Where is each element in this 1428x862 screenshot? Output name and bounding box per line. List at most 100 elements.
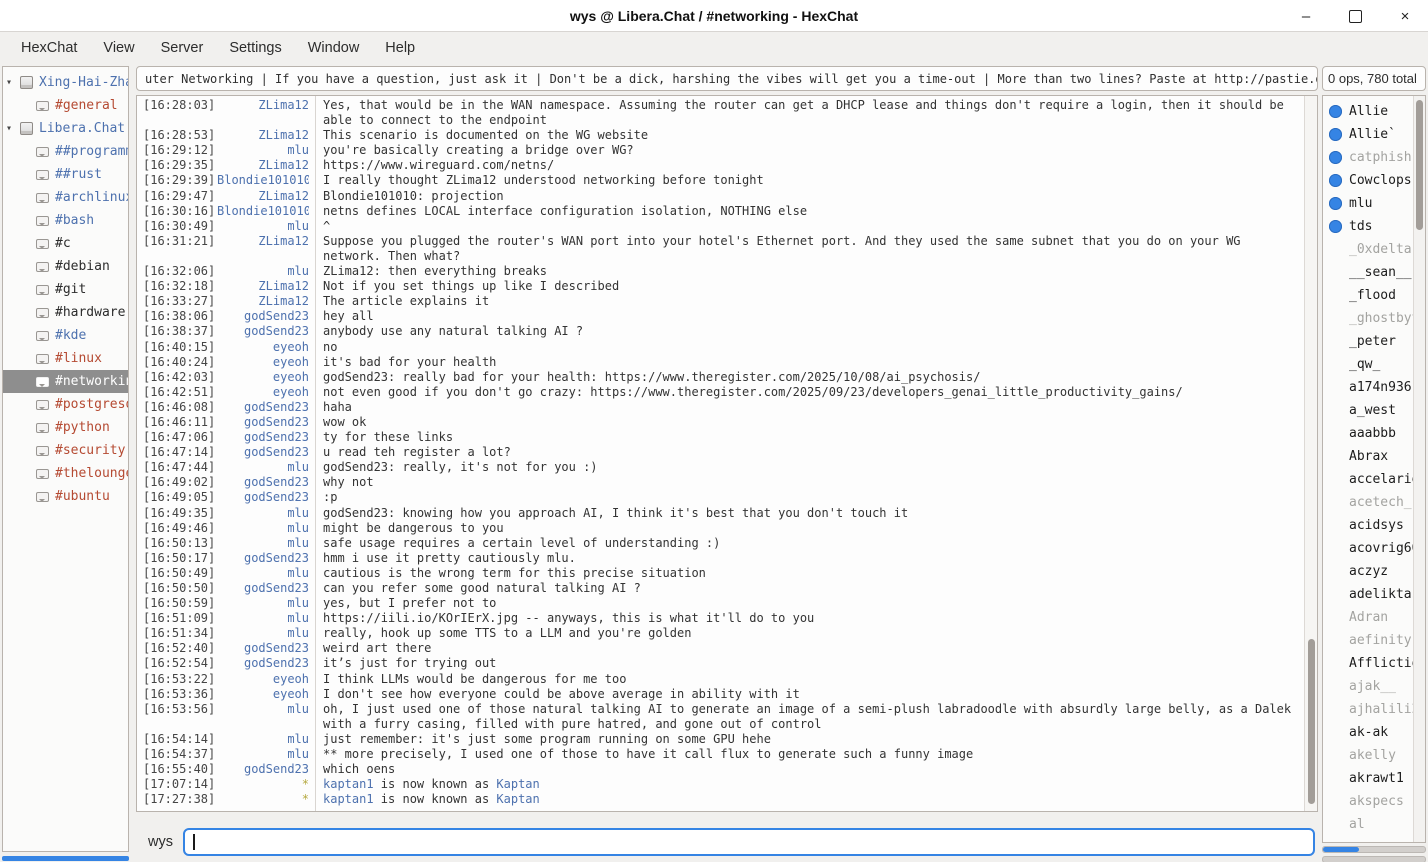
nick[interactable]: mlu [217, 732, 309, 747]
nick[interactable]: mlu [217, 626, 309, 641]
menu-item[interactable]: Server [150, 37, 215, 59]
nick[interactable]: godSend23 [217, 762, 309, 777]
user-list[interactable]: Allie Allie` catphish Cowclops` [1322, 95, 1426, 843]
user-item[interactable]: ajhalili2 [1323, 698, 1425, 721]
nick[interactable]: Blondie101010 [217, 173, 309, 188]
nick[interactable]: godSend23 [217, 324, 309, 339]
menu-item[interactable]: HexChat [10, 37, 88, 59]
tree-item[interactable]: #debian [3, 255, 128, 278]
user-item[interactable]: Allie [1323, 100, 1425, 123]
tree-item[interactable]: #thelounge [3, 462, 128, 485]
user-item[interactable]: ak-ak [1323, 721, 1425, 744]
user-item[interactable]: Affliction [1323, 652, 1425, 675]
channel-tree[interactable]: ▾ Xing-Hai-Zhan #general ▾ Libera.Chat [2, 66, 129, 852]
user-item[interactable]: Abrax [1323, 445, 1425, 468]
user-item[interactable]: acidsys [1323, 514, 1425, 537]
topic-bar[interactable]: uter Networking | If you have a question… [136, 66, 1318, 91]
user-item[interactable]: acetech_ [1323, 491, 1425, 514]
nick[interactable]: godSend23 [217, 415, 309, 430]
chat-area[interactable]: [16:28:03] ZLima12 Yes, that would be in… [136, 95, 1318, 812]
user-item[interactable]: ajak__ [1323, 675, 1425, 698]
nick[interactable]: ZLima12 [217, 234, 309, 249]
nick[interactable]: mlu [217, 460, 309, 475]
user-item[interactable]: al [1323, 813, 1425, 836]
user-item[interactable]: adeliktas [1323, 583, 1425, 606]
tree-item[interactable]: #ubuntu [3, 485, 128, 508]
maximize-button[interactable] [1349, 10, 1362, 23]
nick[interactable]: mlu [217, 264, 309, 279]
user-item[interactable]: akrawt1 [1323, 767, 1425, 790]
user-item[interactable]: Cowclops` [1323, 169, 1425, 192]
tree-item[interactable]: ##programming [3, 140, 128, 163]
user-item[interactable]: Allie` [1323, 123, 1425, 146]
nick[interactable]: godSend23 [217, 490, 309, 505]
nick[interactable]: ZLima12 [217, 158, 309, 173]
nick[interactable]: godSend23 [217, 551, 309, 566]
expander-icon[interactable]: ▾ [6, 123, 20, 134]
message-input[interactable] [183, 828, 1315, 856]
user-item[interactable]: _flood [1323, 284, 1425, 307]
nick[interactable]: godSend23 [217, 400, 309, 415]
user-item[interactable]: _ghostbyt [1323, 307, 1425, 330]
user-item[interactable]: aefinity [1323, 629, 1425, 652]
nick[interactable]: eyeoh [217, 672, 309, 687]
user-item[interactable]: aczyz [1323, 560, 1425, 583]
nick[interactable]: godSend23 [217, 581, 309, 596]
nick[interactable]: godSend23 [217, 656, 309, 671]
nick[interactable]: * [217, 792, 309, 807]
user-item[interactable]: acovrig60 [1323, 537, 1425, 560]
tree-item[interactable]: #git [3, 278, 128, 301]
tree-item[interactable]: #kde [3, 324, 128, 347]
nick[interactable]: godSend23 [217, 641, 309, 656]
nick[interactable]: godSend23 [217, 309, 309, 324]
menu-item[interactable]: View [92, 37, 145, 59]
nick[interactable]: mlu [217, 702, 309, 717]
nick[interactable]: eyeoh [217, 370, 309, 385]
menu-item[interactable]: Window [297, 37, 371, 59]
nick[interactable]: mlu [217, 506, 309, 521]
tree-item[interactable]: #postgresql [3, 393, 128, 416]
tree-item[interactable]: #networking [3, 370, 128, 393]
close-button[interactable]: × [1396, 8, 1414, 25]
user-item[interactable]: mlu [1323, 192, 1425, 215]
nick[interactable]: eyeoh [217, 340, 309, 355]
user-item[interactable]: _qw_ [1323, 353, 1425, 376]
minimize-button[interactable]: – [1297, 8, 1315, 25]
nick[interactable]: ZLima12 [217, 294, 309, 309]
nick[interactable]: ZLima12 [217, 279, 309, 294]
userlist-scrollbar-thumb[interactable] [1416, 100, 1423, 230]
nick[interactable]: ZLima12 [217, 128, 309, 143]
user-item[interactable]: _0xdelta [1323, 238, 1425, 261]
nick[interactable]: * [217, 777, 309, 792]
menu-item[interactable]: Settings [218, 37, 292, 59]
nick[interactable]: mlu [217, 566, 309, 581]
user-item[interactable]: tds [1323, 215, 1425, 238]
user-item[interactable]: a_west [1323, 399, 1425, 422]
nick[interactable]: Blondie101010 [217, 204, 309, 219]
nick[interactable]: mlu [217, 747, 309, 762]
tree-item[interactable]: #archlinux [3, 186, 128, 209]
nick[interactable]: godSend23 [217, 430, 309, 445]
nick[interactable]: eyeoh [217, 687, 309, 702]
menu-item[interactable]: Help [374, 37, 426, 59]
tree-item[interactable]: ##rust [3, 163, 128, 186]
user-item[interactable]: aaabbb [1323, 422, 1425, 445]
nick[interactable]: mlu [217, 521, 309, 536]
user-item[interactable]: akelly [1323, 744, 1425, 767]
tree-item[interactable]: ▾ Xing-Hai-Zhan [3, 71, 128, 94]
user-item[interactable]: accelario [1323, 468, 1425, 491]
user-item[interactable]: catphish [1323, 146, 1425, 169]
nick[interactable]: ZLima12 [217, 98, 309, 113]
tree-item[interactable]: ▾ Libera.Chat [3, 117, 128, 140]
nick[interactable]: eyeoh [217, 385, 309, 400]
tree-item[interactable]: #bash [3, 209, 128, 232]
nick[interactable]: mlu [217, 219, 309, 234]
user-item[interactable]: a174n936 [1323, 376, 1425, 399]
nick[interactable]: godSend23 [217, 445, 309, 460]
nick[interactable]: ZLima12 [217, 189, 309, 204]
user-item[interactable]: __sean__ [1323, 261, 1425, 284]
chat-scrollbar[interactable] [1304, 96, 1317, 811]
nick[interactable]: mlu [217, 536, 309, 551]
nick[interactable]: mlu [217, 143, 309, 158]
user-item[interactable]: _peter [1323, 330, 1425, 353]
